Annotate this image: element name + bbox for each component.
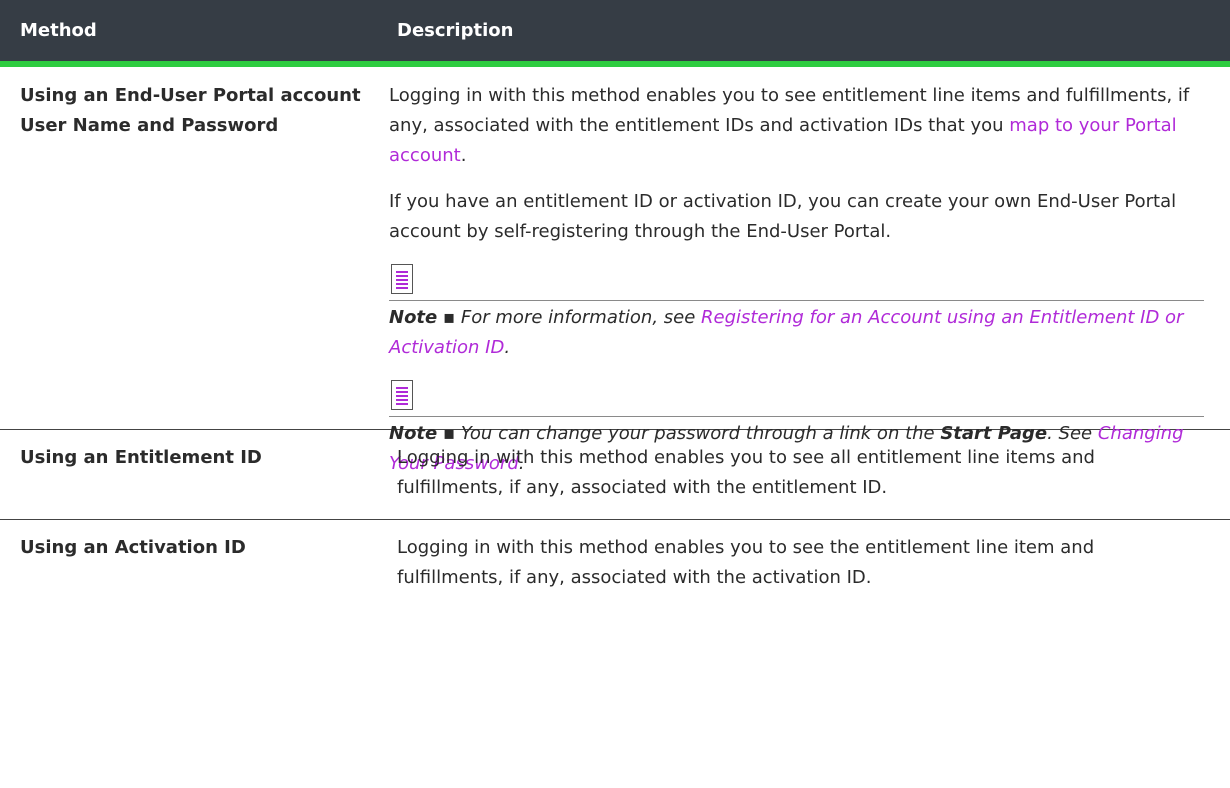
table-row: Using an Activation ID Logging in with t… <box>0 520 1230 610</box>
note-icon <box>391 264 413 294</box>
note-divider <box>389 300 1204 301</box>
description-cell: Logging in with this method enables you … <box>397 447 1095 498</box>
method-cell: Using an Entitlement ID <box>20 447 262 468</box>
description-cell: Logging in with this method enables you … <box>382 67 1230 474</box>
note-divider <box>389 416 1204 417</box>
description-paragraph: Logging in with this method enables you … <box>389 81 1204 171</box>
note-1: Note ▪ For more information, see Registe… <box>389 303 1204 363</box>
table-row: Using an End-User Portal account User Na… <box>0 67 1230 474</box>
description-paragraph-2: If you have an entitlement ID or activat… <box>389 191 1177 242</box>
description-cell: Logging in with this method enables you … <box>397 537 1095 588</box>
methods-table: Method Description Using an End-User Por… <box>0 0 1230 610</box>
method-cell: Using an Activation ID <box>20 537 246 558</box>
table-header: Method Description <box>0 0 1230 67</box>
table-row: Using an Entitlement ID Logging in with … <box>0 430 1230 520</box>
method-cell: Using an End-User Portal account User Na… <box>20 85 361 136</box>
note-label: Note <box>389 307 438 328</box>
note-text: For more information, see <box>460 307 702 328</box>
header-method: Method <box>20 20 97 41</box>
header-description: Description <box>397 20 514 41</box>
description-text-end: . <box>460 145 467 166</box>
note-end: . <box>504 337 511 358</box>
note-separator: ▪ <box>437 307 461 328</box>
note-icon <box>391 380 413 410</box>
